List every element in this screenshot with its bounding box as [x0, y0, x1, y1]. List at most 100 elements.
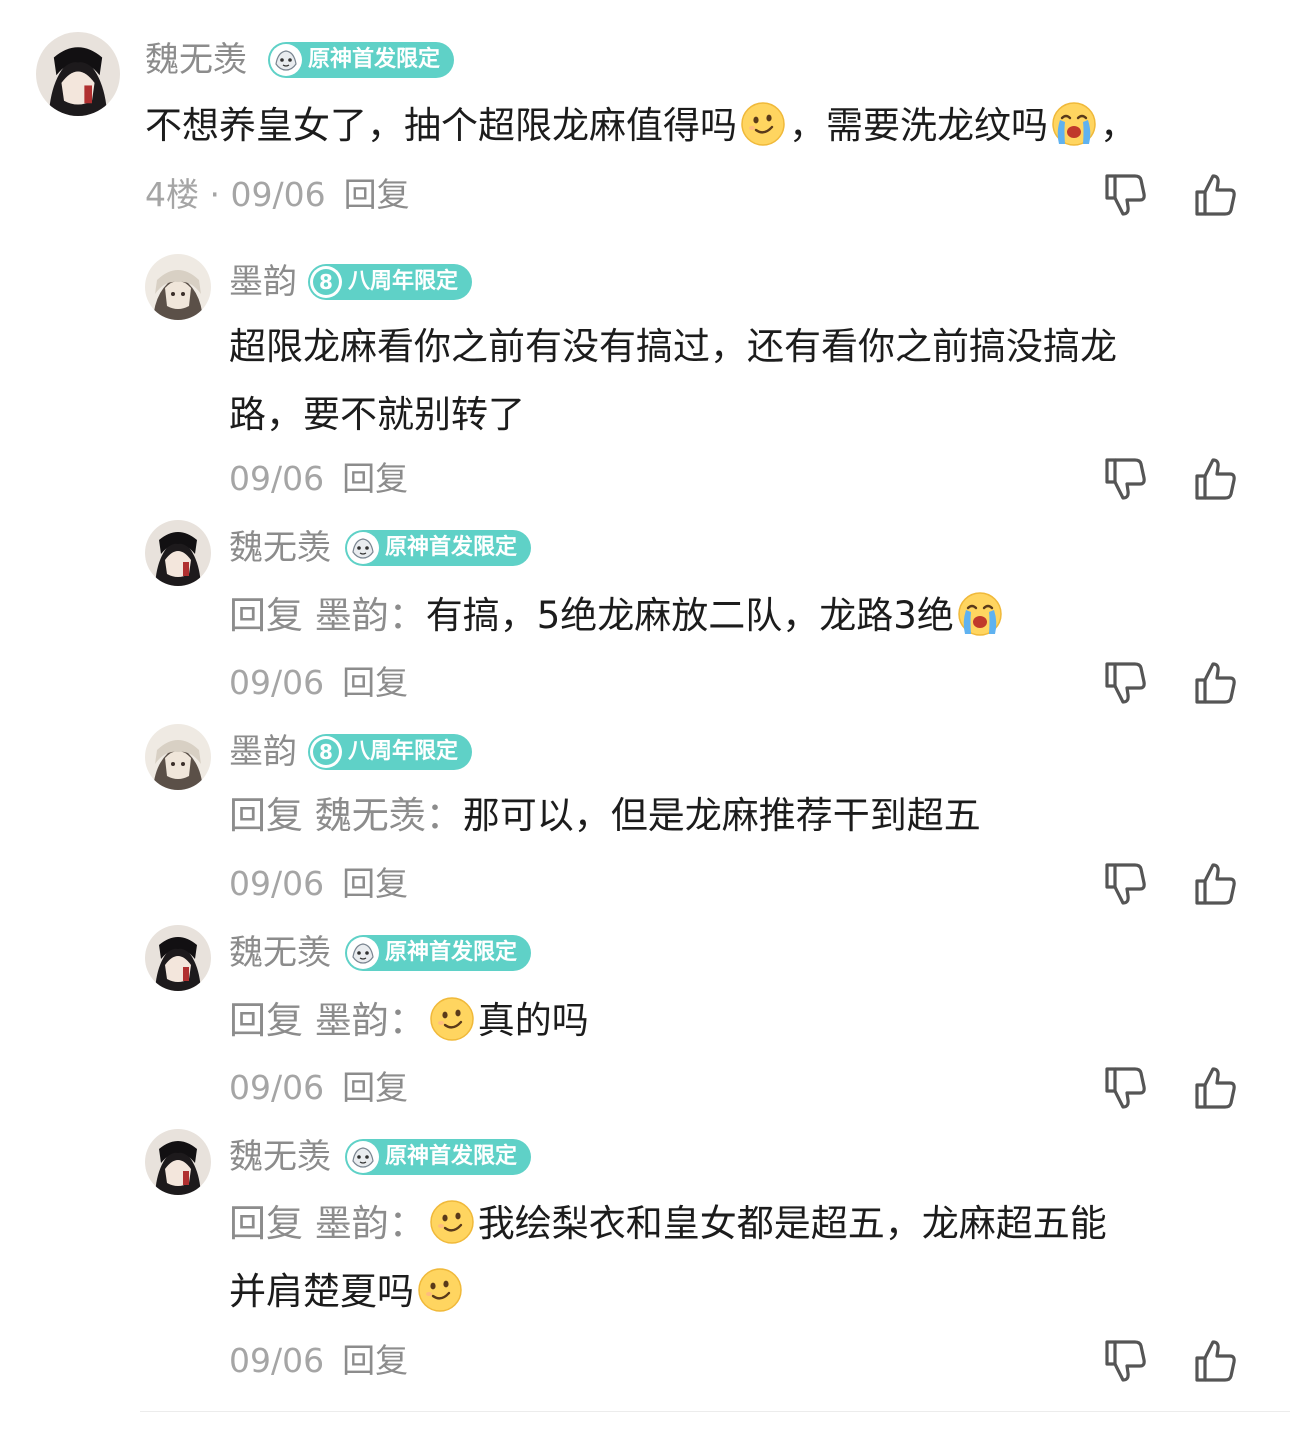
comment-text: 回复 墨韵： 真的吗	[229, 987, 1249, 1055]
reply-to-prefix[interactable]: 回复 墨韵：	[229, 594, 426, 637]
reply-button[interactable]: 回复	[342, 1341, 408, 1380]
comment-text-line: 超限龙麻看你之前有没有搞过，还有看你之前搞没搞龙	[229, 325, 1117, 368]
like-button[interactable]	[1190, 1063, 1240, 1113]
dislike-button[interactable]	[1100, 1063, 1150, 1113]
user-badge: 八周年限定	[308, 264, 473, 300]
comment-meta: 09/06 回复	[229, 459, 408, 499]
username[interactable]: 墨韵	[229, 732, 297, 772]
badge-label: 原神首发限定	[385, 940, 518, 965]
comment-meta: 4楼 · 09/06 回复	[145, 175, 410, 215]
comment-text-line: 并肩楚夏吗	[229, 1258, 1249, 1326]
crying-emoji	[956, 590, 1004, 638]
comment-text: 回复 魏无羡：那可以，但是龙麻推荐干到超五	[229, 782, 1249, 850]
comment-text-line: 回复 墨韵： 我绘梨衣和皇女都是超五，龙麻超五能	[229, 1190, 1249, 1258]
smile-emoji	[739, 100, 787, 148]
smile-emoji	[416, 1266, 464, 1314]
like-button[interactable]	[1190, 658, 1240, 708]
dislike-button[interactable]	[1100, 658, 1150, 708]
comment-meta: 09/06 回复	[229, 1068, 408, 1108]
date: 09/06	[229, 663, 325, 702]
genshin-badge-icon	[347, 937, 379, 969]
genshin-badge-icon	[347, 1141, 379, 1173]
comment-text: 回复 墨韵： 我绘梨衣和皇女都是超五，龙麻超五能 并肩楚夏吗	[229, 1190, 1249, 1326]
user-badge: 原神首发限定	[345, 1139, 532, 1175]
like-button[interactable]	[1190, 170, 1240, 220]
thumbs-up-icon	[1190, 170, 1240, 220]
dislike-button[interactable]	[1100, 454, 1150, 504]
badge-label: 原神首发限定	[385, 535, 518, 560]
user-badge: 八周年限定	[308, 734, 473, 770]
username[interactable]: 魏无羡	[229, 1137, 331, 1177]
date: 09/06	[229, 1068, 325, 1107]
comment-meta: 09/06 回复	[229, 1341, 408, 1381]
dislike-button[interactable]	[1100, 170, 1150, 220]
comment-text-part: 那可以，但是龙麻推荐干到超五	[462, 794, 981, 837]
crying-emoji	[1050, 100, 1098, 148]
user-badge: 原神首发限定	[345, 935, 532, 971]
comment-text-line: 路，要不就别转了	[229, 393, 525, 436]
user-badge: 原神首发限定	[268, 42, 455, 78]
comment-text-part: 不想养皇女了，抽个超限龙麻值得吗	[145, 104, 737, 147]
comment-meta: 09/06 回复	[229, 864, 408, 904]
reply-to-prefix[interactable]: 回复 墨韵：	[229, 999, 426, 1042]
divider	[140, 1411, 1290, 1412]
username[interactable]: 魏无羡	[229, 933, 331, 973]
reply-to-prefix[interactable]: 回复 魏无羡：	[229, 794, 463, 837]
reply-button[interactable]: 回复	[342, 1068, 408, 1107]
eight-anniversary-badge-icon	[310, 736, 342, 768]
like-button[interactable]	[1190, 859, 1240, 909]
smile-emoji	[428, 1198, 476, 1246]
comment-text-part: 有搞，5绝龙麻放二队，龙路3绝	[425, 594, 954, 637]
smile-emoji	[428, 995, 476, 1043]
thumbs-up-icon	[1190, 1063, 1240, 1113]
comment-text: 不想养皇女了，抽个超限龙麻值得吗 ，需要洗龙纹吗 ，	[145, 92, 1255, 160]
thumbs-down-icon	[1100, 1063, 1150, 1113]
like-button[interactable]	[1190, 1336, 1240, 1386]
eight-anniversary-badge-icon	[310, 266, 342, 298]
thumbs-up-icon	[1190, 1336, 1240, 1386]
comment-text: 超限龙麻看你之前有没有搞过，还有看你之前搞没搞龙 路，要不就别转了	[229, 313, 1249, 449]
thumbs-up-icon	[1190, 454, 1240, 504]
genshin-badge-icon	[347, 532, 379, 564]
thumbs-down-icon	[1100, 170, 1150, 220]
avatar[interactable]	[145, 254, 211, 320]
thumbs-down-icon	[1100, 1336, 1150, 1386]
date: 09/06	[229, 1341, 325, 1380]
comment-text-part: 真的吗	[477, 999, 589, 1042]
reply-button[interactable]: 回复	[342, 663, 408, 702]
thumbs-down-icon	[1100, 658, 1150, 708]
avatar[interactable]	[145, 724, 211, 790]
reply-button[interactable]: 回复	[342, 459, 408, 498]
reply-button[interactable]: 回复	[342, 864, 408, 903]
genshin-badge-icon	[270, 44, 302, 76]
thumbs-down-icon	[1100, 454, 1150, 504]
comment-text-part: ，需要洗龙纹吗	[789, 104, 1048, 147]
avatar[interactable]	[145, 925, 211, 991]
thumbs-down-icon	[1100, 859, 1150, 909]
comment-text-part: 并肩楚夏吗	[229, 1270, 414, 1313]
comment-meta: 09/06 回复	[229, 663, 408, 703]
reply-button[interactable]: 回复	[344, 175, 410, 214]
comment-text: 回复 墨韵：有搞，5绝龙麻放二队，龙路3绝	[229, 582, 1249, 650]
username[interactable]: 魏无羡	[145, 40, 247, 80]
username[interactable]: 墨韵	[229, 262, 297, 302]
like-button[interactable]	[1190, 454, 1240, 504]
badge-label: 八周年限定	[348, 269, 459, 294]
username[interactable]: 魏无羡	[229, 528, 331, 568]
thumbs-up-icon	[1190, 658, 1240, 708]
comment-text-part: ，	[1100, 104, 1137, 147]
badge-label: 原神首发限定	[385, 1144, 518, 1169]
floor-date: 4楼 · 09/06	[145, 175, 326, 214]
thumbs-up-icon	[1190, 859, 1240, 909]
date: 09/06	[229, 864, 325, 903]
user-badge: 原神首发限定	[345, 530, 532, 566]
dislike-button[interactable]	[1100, 859, 1150, 909]
reply-to-prefix[interactable]: 回复 墨韵：	[229, 1202, 426, 1245]
dislike-button[interactable]	[1100, 1336, 1150, 1386]
badge-label: 原神首发限定	[308, 47, 441, 72]
badge-label: 八周年限定	[348, 739, 459, 764]
avatar[interactable]	[145, 1129, 211, 1195]
avatar[interactable]	[145, 520, 211, 586]
date: 09/06	[229, 459, 325, 498]
avatar[interactable]	[36, 32, 120, 116]
